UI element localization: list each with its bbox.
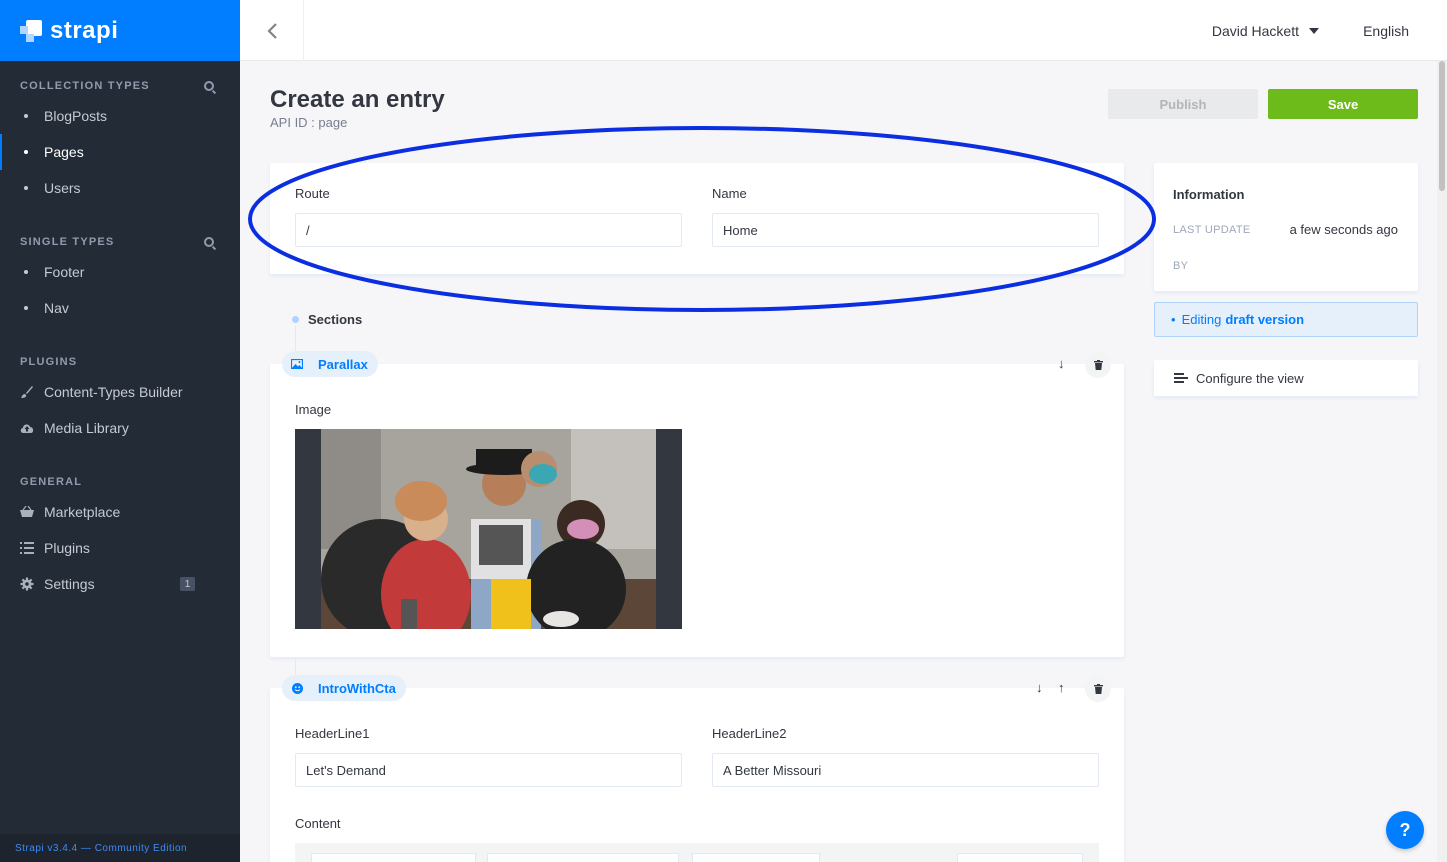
uploaded-photo [321, 429, 656, 629]
sidebar: strapi Collection Types BlogPosts Pages … [0, 0, 240, 862]
page-title: Create an entry [270, 86, 445, 113]
tree-dot-icon [292, 316, 299, 323]
list-icon [20, 541, 34, 555]
bullet-icon [24, 114, 28, 118]
paintbrush-icon [20, 385, 34, 399]
delete-component-button[interactable] [1085, 352, 1111, 378]
gear-icon [20, 577, 34, 591]
draft-status: • Editing draft version [1154, 302, 1418, 337]
editor-heading-select[interactable] [311, 853, 476, 862]
editor-format-buttons[interactable] [487, 853, 679, 862]
sidebar-item-pages[interactable]: Pages [0, 134, 240, 170]
trash-icon [1093, 684, 1103, 694]
information-card: Information Last update a few seconds ag… [1154, 163, 1418, 291]
single-types-title: Single Types [0, 230, 240, 254]
sections-title: Sections [308, 312, 363, 327]
sidebar-item-plugins[interactable]: Plugins [0, 530, 240, 566]
sidebar-item-marketplace[interactable]: Marketplace [0, 494, 240, 530]
image-label: Image [295, 402, 332, 417]
editor-insert-buttons[interactable] [692, 853, 820, 862]
content-label: Content [295, 816, 341, 831]
bullet-icon [24, 270, 28, 274]
smiley-icon [290, 681, 304, 695]
general-title: General [20, 476, 83, 488]
sidebar-item-settings[interactable]: Settings 1 [0, 566, 240, 602]
delete-component-button[interactable] [1085, 676, 1111, 702]
name-input[interactable]: Home [712, 213, 1099, 247]
tree-line [295, 326, 296, 352]
editor-preview-button[interactable] [957, 853, 1083, 862]
tree-line [295, 657, 296, 677]
sidebar-item-users[interactable]: Users [0, 170, 240, 206]
scrollbar-thumb[interactable] [1439, 61, 1445, 191]
language-selector[interactable]: English [1363, 0, 1409, 61]
collection-types-title: Collection Types [0, 74, 240, 98]
trash-icon [1093, 360, 1103, 370]
sidebar-item-media-library[interactable]: Media Library [0, 410, 240, 446]
last-update-key: Last update [1173, 224, 1251, 236]
basket-icon [20, 505, 34, 519]
headerline1-input[interactable]: Let's Demand [295, 753, 682, 787]
route-input[interactable]: / [295, 213, 682, 247]
introwithcta-component-tag[interactable]: IntroWithCta [282, 675, 406, 701]
last-update-value: a few seconds ago [1289, 222, 1398, 237]
chevron-left-icon [266, 22, 277, 39]
information-title: Information [1173, 187, 1245, 202]
bullet-icon [24, 150, 28, 154]
main-fields-card: Route / Name Home [270, 163, 1124, 274]
name-label: Name [712, 186, 747, 201]
bullet-icon [24, 306, 28, 310]
user-name: David Hackett [1211, 22, 1299, 39]
top-bar: David Hackett English [240, 0, 1447, 61]
sidebar-item-nav[interactable]: Nav [0, 290, 240, 326]
introwithcta-component-card: HeaderLine1 Let's Demand HeaderLine2 A B… [270, 688, 1124, 862]
back-button[interactable] [240, 0, 304, 61]
sidebar-item-footer[interactable]: Footer [0, 254, 240, 290]
parallax-component-tag[interactable]: Parallax [282, 351, 378, 377]
settings-badge: 1 [180, 577, 195, 591]
bullet-icon: • [1171, 312, 1176, 327]
page-scrollbar[interactable] [1437, 61, 1447, 862]
image-preview[interactable] [295, 429, 682, 629]
help-button[interactable]: ? [1386, 811, 1424, 849]
search-icon[interactable] [204, 81, 214, 91]
bullet-icon [24, 186, 28, 190]
page-subtitle: API ID : page [270, 115, 348, 130]
headerline1-label: HeaderLine1 [295, 726, 370, 741]
plugins-title: Plugins [20, 356, 78, 368]
move-up-icon[interactable]: ↑ [1058, 680, 1065, 695]
brand-name: strapi [50, 16, 119, 44]
version-footer: Strapi v3.4.4 — Community Edition [0, 834, 240, 862]
headerline2-input[interactable]: A Better Missouri [712, 753, 1099, 787]
caret-down-icon [1309, 27, 1319, 34]
publish-button[interactable]: Publish [1108, 89, 1258, 119]
layout-icon [1174, 373, 1188, 383]
route-label: Route [295, 186, 330, 201]
strapi-logo-icon [20, 19, 42, 42]
image-icon [290, 357, 304, 371]
sidebar-item-blogposts[interactable]: BlogPosts [0, 98, 240, 134]
headerline2-label: HeaderLine2 [712, 726, 787, 741]
search-icon[interactable] [204, 237, 214, 247]
cloud-upload-icon [20, 421, 34, 435]
by-key: By [1173, 260, 1189, 272]
move-down-icon[interactable]: ↓ [1058, 356, 1065, 371]
sidebar-item-content-types-builder[interactable]: Content-Types Builder [0, 374, 240, 410]
user-menu[interactable]: David Hackett [1212, 0, 1319, 61]
move-down-icon[interactable]: ↓ [1036, 680, 1043, 695]
save-button[interactable]: Save [1268, 89, 1418, 119]
brand-logo[interactable]: strapi [0, 0, 240, 61]
configure-view-button[interactable]: Configure the view [1154, 360, 1418, 396]
